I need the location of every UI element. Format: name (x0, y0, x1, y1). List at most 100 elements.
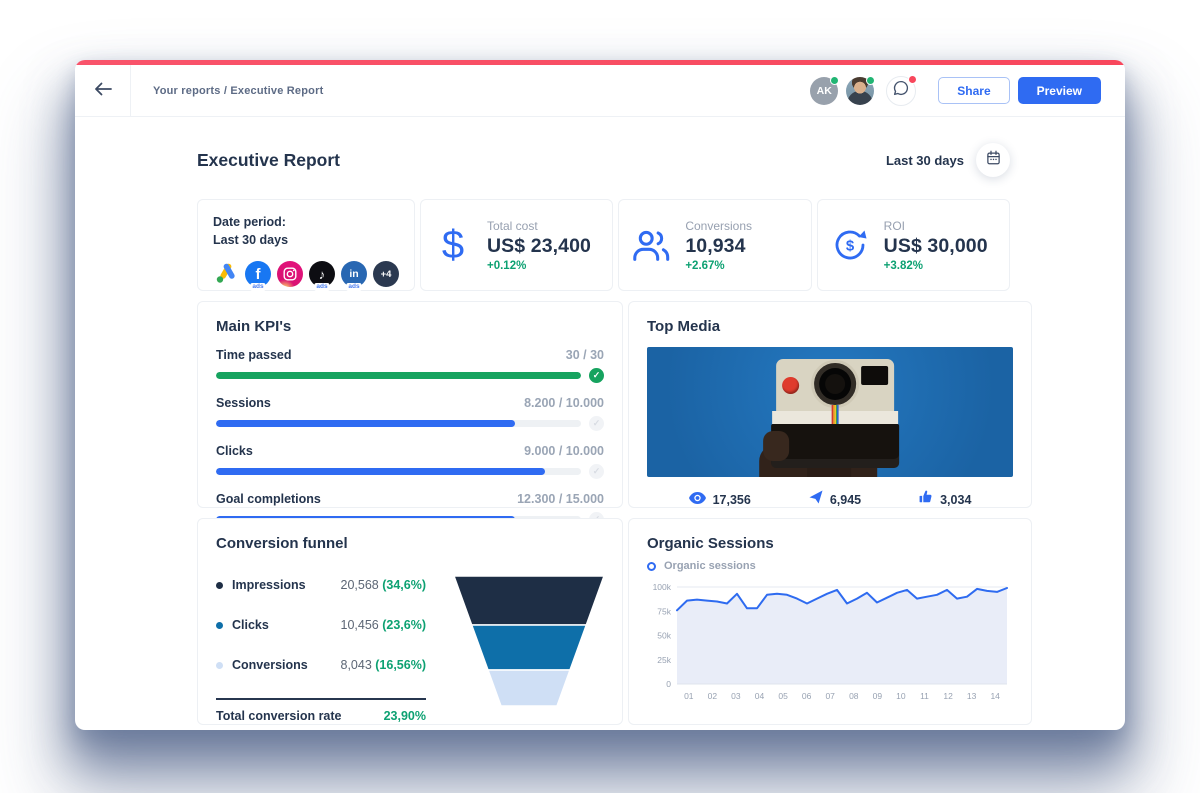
metric-label: Conversions (685, 219, 752, 233)
total-cost-card: $ Total cost US$ 23,400 +0.12% (420, 199, 613, 291)
svg-text:$: $ (845, 238, 854, 255)
x-axis-label: 06 (802, 691, 812, 701)
funnel-chart (454, 576, 604, 706)
section-title: Conversion funnel (216, 535, 604, 552)
avatar-ak[interactable]: AK (810, 77, 838, 105)
roi-icon: $ (824, 225, 876, 265)
total-label: Total conversion rate (216, 709, 342, 723)
funnel-segment (454, 576, 604, 625)
platform-icons: f ads ♪ ads in (213, 261, 399, 287)
progress-track (216, 468, 581, 475)
camera-shape (771, 359, 899, 471)
kpi-label: Clicks (216, 444, 253, 458)
avatar-photo[interactable] (846, 77, 874, 105)
views-stat: 17,356 (689, 490, 751, 509)
date-period-label: Date period: (213, 213, 399, 231)
funnel-total-row: Total conversion rate 23,90% (216, 709, 426, 723)
linkedin-ads-icon: in ads (341, 261, 367, 287)
conversion-funnel-widget: Conversion funnel Impressions 20,568 (34… (197, 518, 623, 725)
funnel-value: 20,568 (341, 578, 379, 592)
progress-fill (216, 420, 515, 427)
total-value: 23,90% (384, 709, 426, 723)
shares-plane-icon (809, 490, 823, 509)
roi-card: $ ROI US$ 30,000 +3.82% (817, 199, 1010, 291)
people-icon (625, 227, 677, 263)
dollar-icon: $ (427, 225, 479, 265)
chart-legend: Organic sessions (647, 560, 1013, 572)
date-range-picker[interactable]: Last 30 days (886, 143, 1010, 177)
preview-button[interactable]: Preview (1018, 77, 1101, 104)
main-kpis-widget: Main KPI's Time passed 30 / 30 ✓ (197, 301, 623, 508)
legend-bullet (216, 582, 223, 589)
legend-ring-icon (647, 562, 656, 571)
funnel-legend: Impressions 20,568 (34,6%) Clicks 10,456… (216, 578, 426, 723)
top-accent-bar (75, 60, 1125, 65)
share-button[interactable]: Share (938, 77, 1009, 104)
back-arrow-icon (94, 82, 112, 99)
organic-sessions-widget: Organic Sessions Organic sessions 100k75… (628, 518, 1032, 725)
tiktok-ads-icon: ♪ ads (309, 261, 335, 287)
funnel-row-conversions: Conversions 8,043 (16,56%) (216, 658, 426, 672)
x-axis-label: 01 (684, 691, 694, 701)
kpi-row-sessions: Sessions 8.200 / 10.000 ✓ (216, 396, 604, 431)
shares-stat: 6,945 (809, 490, 861, 509)
x-axis-label: 13 (967, 691, 977, 701)
section-title: Main KPI's (216, 318, 604, 335)
x-axis-label: 04 (755, 691, 765, 701)
funnel-percent: (16,56%) (375, 658, 426, 672)
ads-badge: ads (346, 283, 361, 291)
stat-value: 6,945 (830, 493, 861, 507)
funnel-label: Impressions (232, 578, 306, 592)
top-media-widget: Top Media (628, 301, 1032, 508)
kpi-value: 9.000 / 10.000 (524, 444, 604, 458)
metric-value: US$ 23,400 (487, 235, 591, 258)
kpi-label: Time passed (216, 348, 292, 362)
check-circle-icon: ✓ (589, 368, 604, 383)
legend-label: Organic sessions (664, 560, 756, 572)
facebook-ads-icon: f ads (245, 261, 271, 287)
kpi-label: Sessions (216, 396, 271, 410)
back-button[interactable] (75, 65, 131, 116)
calendar-button[interactable] (976, 143, 1010, 177)
ads-badge: ads (314, 283, 329, 291)
metric-value: US$ 30,000 (884, 235, 988, 258)
x-axis-label: 07 (825, 691, 835, 701)
legend-bullet (216, 662, 223, 669)
x-axis-label: 11 (920, 691, 929, 701)
breadcrumb[interactable]: Your reports / Executive Report (153, 85, 323, 97)
y-axis-label: 75k (657, 606, 671, 616)
report-content: Executive Report Last 30 days Date perio… (75, 117, 1125, 730)
kpi-value: 30 / 30 (566, 348, 604, 362)
funnel-label: Clicks (232, 618, 269, 632)
metric-value: 10,934 (685, 235, 752, 258)
ads-badge: ads (250, 283, 265, 291)
kpi-cards-row: Date period: Last 30 days f ads (197, 199, 1010, 291)
kpi-value: 8.200 / 10.000 (524, 396, 604, 410)
kpi-row-clicks: Clicks 9.000 / 10.000 ✓ (216, 444, 604, 479)
section-title: Organic Sessions (647, 535, 1013, 552)
page-canvas: Your reports / Executive Report AK Share… (0, 0, 1200, 793)
views-eye-icon (689, 491, 706, 509)
check-circle-icon: ✓ (589, 464, 604, 479)
metric-label: Total cost (487, 219, 591, 233)
x-axis-label: 08 (849, 691, 859, 701)
title-row: Executive Report Last 30 days (197, 143, 1010, 177)
calendar-icon (986, 150, 1001, 170)
y-axis-label: 0 (666, 679, 671, 689)
metric-delta: +2.67% (685, 260, 752, 272)
comments-button[interactable] (886, 76, 916, 106)
conversions-card: Conversions 10,934 +2.67% (618, 199, 811, 291)
topbar-actions: AK Share Preview (810, 76, 1125, 106)
funnel-segment (472, 625, 587, 670)
stat-value: 17,356 (713, 493, 751, 507)
x-axis-label: 12 (943, 691, 953, 701)
progress-track (216, 420, 581, 427)
widgets-grid: Main KPI's Time passed 30 / 30 ✓ (197, 301, 1010, 725)
funnel-segment (488, 670, 570, 706)
period-label: Last 30 days (886, 153, 964, 168)
date-period-value: Last 30 days (213, 231, 399, 249)
metric-delta: +3.82% (884, 260, 988, 272)
kpi-label: Goal completions (216, 492, 321, 506)
x-axis-label: 05 (778, 691, 788, 701)
funnel-row-clicks: Clicks 10,456 (23,6%) (216, 618, 426, 632)
